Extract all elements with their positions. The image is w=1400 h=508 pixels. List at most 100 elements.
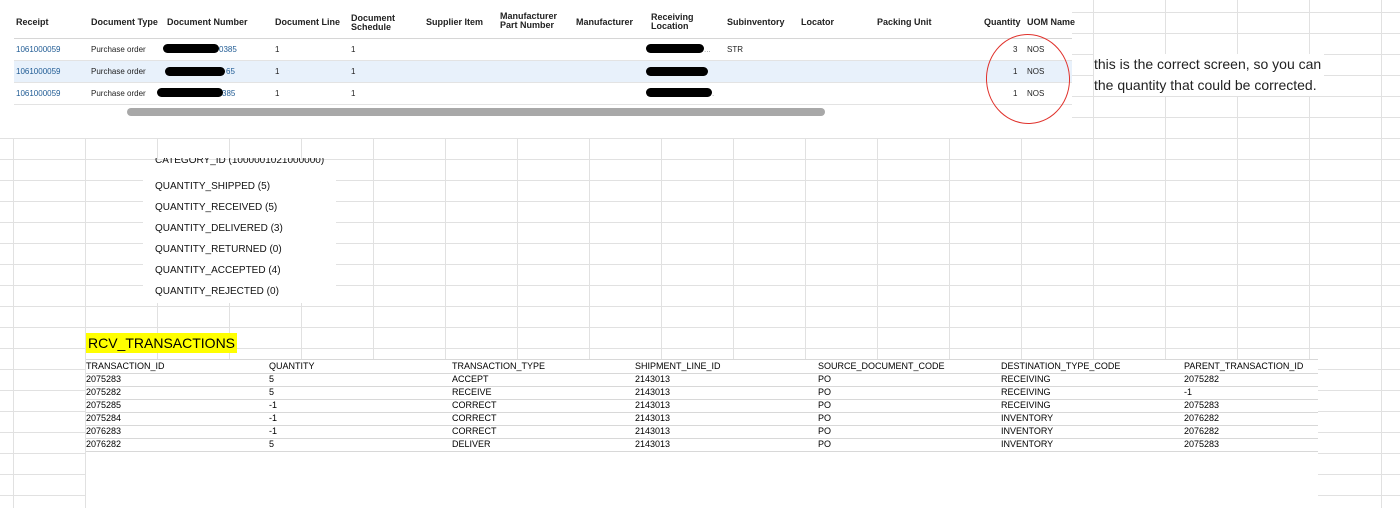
- quantity-received-line: QUANTITY_RECEIVED (5): [155, 202, 278, 213]
- parent-transaction-id-cell: 2076282: [1184, 426, 1220, 436]
- parent-transaction-id-cell: 2075283: [1184, 439, 1220, 449]
- parent-transaction-id-cell: -1: [1184, 387, 1193, 397]
- transaction-type-cell: DELIVER: [452, 439, 491, 449]
- header-uom-name[interactable]: UOM Name: [1027, 18, 1075, 27]
- document-number-link[interactable]: 385: [222, 89, 235, 98]
- quantity-cell: 5: [269, 374, 275, 384]
- document-line-cell: 1: [275, 89, 280, 98]
- document-number-link[interactable]: 65: [226, 67, 235, 76]
- table-row: 2076282 5 DELIVER 2143013 PO INVENTORY 2…: [86, 438, 1318, 452]
- location-cell: ...: [704, 45, 711, 54]
- document-line-cell: 1: [275, 45, 280, 54]
- redaction-mark: [165, 67, 225, 76]
- header-transaction-type[interactable]: TRANSACTION_TYPE: [452, 360, 545, 373]
- header-subinventory[interactable]: Subinventory: [727, 18, 785, 27]
- header-packing-unit[interactable]: Packing Unit: [877, 18, 932, 27]
- redaction-mark: [646, 67, 708, 76]
- transaction-id-cell: 2075284: [86, 413, 122, 423]
- header-locator[interactable]: Locator: [801, 18, 834, 27]
- header-manufacturer-part-number[interactable]: Manufacturer Part Number: [500, 12, 557, 32]
- parent-transaction-id-cell: 2075283: [1184, 400, 1220, 410]
- header-document-number[interactable]: Document Number: [167, 18, 248, 27]
- quantity-cell: 5: [269, 439, 275, 449]
- shipment-line-id-cell: 2143013: [635, 413, 671, 423]
- source-document-code-cell: PO: [818, 387, 832, 397]
- document-type-cell: Purchase order: [91, 45, 146, 54]
- destination-type-code-cell: INVENTORY: [1001, 439, 1054, 449]
- table-row[interactable]: 1061000059 Purchase order 65 1 1 1 NOS: [14, 61, 1072, 83]
- location-cell: .: [712, 89, 715, 98]
- receipt-table-header: Receipt Document Type Document Number Do…: [14, 0, 1075, 39]
- transaction-id-cell: 2075285: [86, 400, 122, 410]
- header-quantity[interactable]: QUANTITY: [269, 360, 315, 373]
- destination-type-code-cell: INVENTORY: [1001, 413, 1054, 423]
- quantity-cell: 5: [269, 387, 275, 397]
- source-document-code-cell: PO: [818, 400, 832, 410]
- category-id-line: CATEGORY_ID (1000001021000000): [155, 158, 325, 166]
- transaction-type-cell: RECEIVE: [452, 387, 492, 397]
- source-document-code-cell: PO: [818, 426, 832, 436]
- transaction-id-cell: 2076282: [86, 439, 122, 449]
- header-receipt[interactable]: Receipt: [16, 18, 49, 27]
- quantity-returned-line: QUANTITY_RETURNED (0): [155, 244, 282, 255]
- header-parent-transaction-id[interactable]: PARENT_TRANSACTION_ID: [1184, 360, 1303, 373]
- table-row[interactable]: 1061000059 Purchase order 385 1 1 . 1 NO…: [14, 83, 1072, 105]
- source-document-code-cell: PO: [818, 374, 832, 384]
- quantity-list-panel: CATEGORY_ID (1000001021000000) QUANTITY_…: [143, 158, 336, 303]
- header-source-document-code[interactable]: SOURCE_DOCUMENT_CODE: [818, 360, 945, 373]
- header-document-type[interactable]: Document Type: [91, 18, 158, 27]
- receipt-link[interactable]: 1061000059: [16, 67, 61, 76]
- parent-transaction-id-cell: 2076282: [1184, 413, 1220, 423]
- header-destination-type-code[interactable]: DESTINATION_TYPE_CODE: [1001, 360, 1120, 373]
- document-schedule-cell: 1: [351, 67, 356, 76]
- quantity-rejected-line: QUANTITY_REJECTED (0): [155, 286, 279, 297]
- transaction-id-cell: 2075283: [86, 374, 122, 384]
- document-type-cell: Purchase order: [91, 67, 146, 76]
- header-document-schedule[interactable]: Document Schedule: [351, 14, 395, 32]
- transaction-id-cell: 2075282: [86, 387, 122, 397]
- parent-transaction-id-cell: 2075282: [1184, 374, 1220, 384]
- quantity-cell: -1: [269, 426, 278, 436]
- quantity-cell: -1: [269, 413, 278, 423]
- shipment-line-id-cell: 2143013: [635, 374, 671, 384]
- quantity-delivered-line: QUANTITY_DELIVERED (3): [155, 223, 283, 234]
- receipt-link[interactable]: 1061000059: [16, 45, 61, 54]
- table-row[interactable]: 1061000059 Purchase order 0385 1 1 ... S…: [14, 39, 1072, 61]
- document-schedule-cell: 1: [351, 89, 356, 98]
- header-transaction-id[interactable]: TRANSACTION_ID: [86, 360, 165, 373]
- transaction-type-cell: CORRECT: [452, 400, 497, 410]
- redaction-mark: [157, 88, 223, 97]
- receipt-link[interactable]: 1061000059: [16, 89, 61, 98]
- quantity-shipped-line: QUANTITY_SHIPPED (5): [155, 181, 271, 192]
- table-row: 2075284 -1 CORRECT 2143013 PO INVENTORY …: [86, 412, 1318, 426]
- transaction-type-cell: CORRECT: [452, 426, 497, 436]
- redaction-mark: [646, 44, 704, 53]
- destination-type-code-cell: INVENTORY: [1001, 426, 1054, 436]
- transaction-type-cell: CORRECT: [452, 413, 497, 423]
- header-manufacturer[interactable]: Manufacturer: [576, 18, 633, 27]
- header-shipment-line-id[interactable]: SHIPMENT_LINE_ID: [635, 360, 721, 373]
- receipt-table-panel: Receipt Document Type Document Number Do…: [0, 0, 1075, 138]
- document-line-cell: 1: [275, 67, 280, 76]
- header-receiving-location[interactable]: Receiving Location: [651, 13, 694, 33]
- header-supplier-item[interactable]: Supplier Item: [426, 18, 483, 27]
- header-document-line[interactable]: Document Line: [275, 18, 340, 27]
- annotation-note: this is the correct screen, so you can t…: [1094, 54, 1324, 96]
- horizontal-scrollbar-thumb[interactable]: [127, 108, 825, 116]
- transactions-table: TRANSACTION_ID QUANTITY TRANSACTION_TYPE…: [86, 359, 1318, 508]
- redaction-mark: [646, 88, 712, 97]
- table-row: 2075285 -1 CORRECT 2143013 PO RECEIVING …: [86, 399, 1318, 413]
- redaction-mark: [163, 44, 219, 53]
- shipment-line-id-cell: 2143013: [635, 439, 671, 449]
- destination-type-code-cell: RECEIVING: [1001, 400, 1051, 410]
- header-quantity[interactable]: Quantity: [984, 18, 1021, 27]
- shipment-line-id-cell: 2143013: [635, 387, 671, 397]
- transactions-header-row: TRANSACTION_ID QUANTITY TRANSACTION_TYPE…: [86, 359, 1318, 374]
- quantity-cell: -1: [269, 400, 278, 410]
- table-row: 2075282 5 RECEIVE 2143013 PO RECEIVING -…: [86, 386, 1318, 400]
- table-row: 2076283 -1 CORRECT 2143013 PO INVENTORY …: [86, 425, 1318, 439]
- subinventory-cell: STR: [727, 45, 743, 54]
- document-number-link[interactable]: 0385: [219, 45, 237, 54]
- destination-type-code-cell: RECEIVING: [1001, 387, 1051, 397]
- quantity-accepted-line: QUANTITY_ACCEPTED (4): [155, 265, 281, 276]
